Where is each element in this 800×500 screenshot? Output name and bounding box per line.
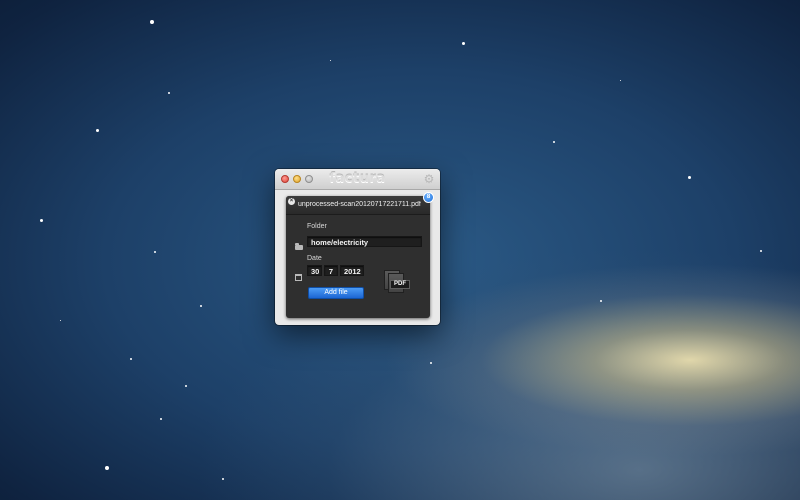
- star: [430, 362, 432, 364]
- folder-input[interactable]: home/electricity: [307, 236, 422, 247]
- folder-icon: [295, 243, 303, 250]
- pdf-file-type: PDF: [390, 280, 410, 289]
- star: [105, 466, 109, 470]
- star: [620, 80, 621, 81]
- star: [40, 219, 43, 222]
- file-card: × unprocessed-scan20120717221711.pdf 8 F…: [286, 192, 434, 318]
- title-bar[interactable]: factura ⚙: [275, 169, 440, 190]
- star: [160, 418, 162, 420]
- gear-icon[interactable]: ⚙: [423, 173, 435, 185]
- star: [330, 60, 331, 61]
- calendar-icon: [295, 274, 302, 281]
- star: [150, 20, 154, 24]
- star: [130, 358, 132, 360]
- app-window: factura ⚙ × unprocessed-scan201207172217…: [275, 169, 440, 325]
- filename: unprocessed-scan20120717221711.pdf: [298, 201, 421, 208]
- star: [60, 320, 61, 321]
- star: [462, 42, 465, 45]
- star: [600, 300, 602, 302]
- star: [185, 385, 187, 387]
- count-badge: 8: [423, 192, 434, 203]
- pdf-file-icon: PDF: [384, 268, 412, 296]
- app-title: factura: [329, 171, 386, 186]
- folder-label: Folder: [307, 223, 327, 230]
- star: [222, 478, 224, 480]
- star: [760, 250, 762, 252]
- close-icon[interactable]: ×: [288, 198, 295, 205]
- date-label: Date: [307, 255, 322, 262]
- date-day-input[interactable]: 30: [307, 265, 322, 276]
- star: [154, 251, 156, 253]
- star: [200, 305, 202, 307]
- add-file-button[interactable]: Add file: [308, 287, 364, 299]
- date-year-input[interactable]: 2012: [340, 265, 364, 276]
- star: [688, 176, 691, 179]
- star: [168, 92, 170, 94]
- star: [553, 141, 555, 143]
- date-month-input[interactable]: 7: [324, 265, 338, 276]
- star: [96, 129, 99, 132]
- file-card-header: × unprocessed-scan20120717221711.pdf 8: [286, 192, 434, 215]
